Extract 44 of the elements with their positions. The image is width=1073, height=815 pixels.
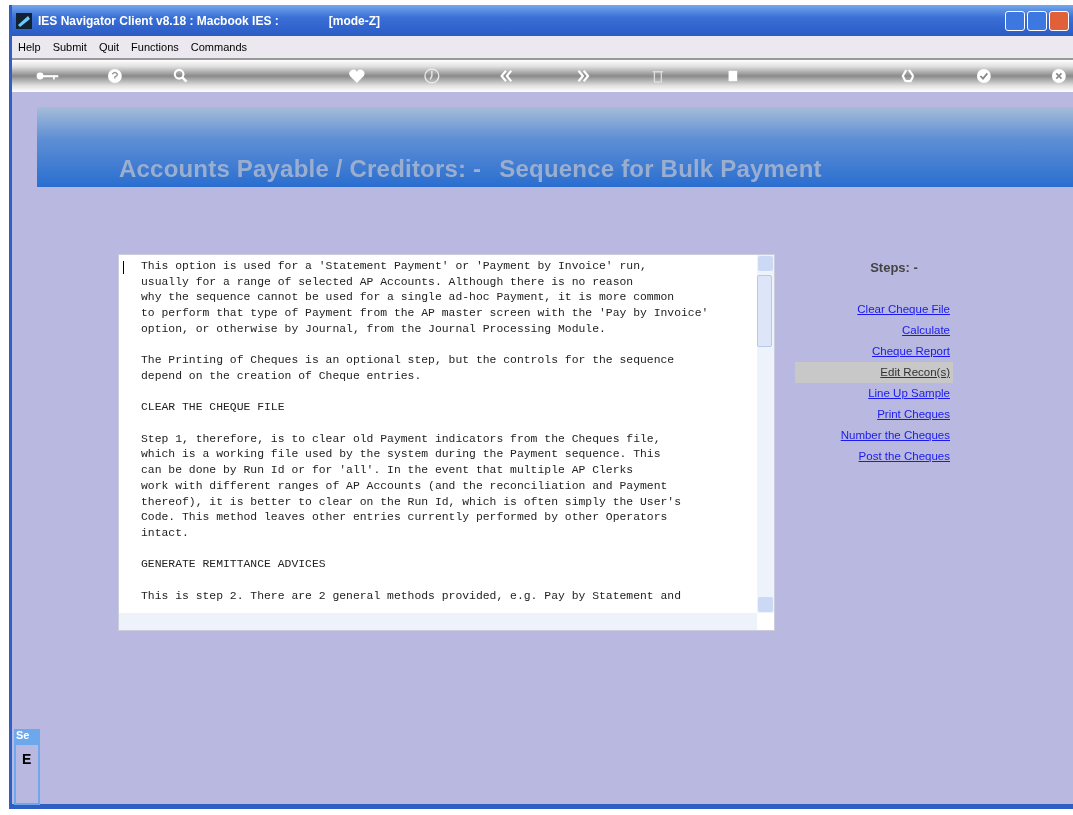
maximize-button[interactable]	[1027, 10, 1047, 31]
menu-item[interactable]: Commands	[190, 41, 247, 53]
text-line: thereof), it is better to clear on the Run Id, which is often simply the User's	[141, 494, 682, 510]
menu-item[interactable]: Functions	[131, 41, 179, 53]
app-icon	[16, 12, 32, 29]
text-line: why the sequence cannot be used for a single ad-hoc Payment, it is more common	[141, 290, 676, 306]
steps-heading: Steps: -	[870, 260, 918, 275]
step-link[interactable]: Edit Recon(s)	[795, 362, 953, 383]
vertical-scrollbar[interactable]	[757, 255, 774, 613]
panel-label: E	[22, 751, 32, 767]
minimize-button[interactable]	[1005, 10, 1025, 31]
step-link[interactable]: Clear Cheque File	[795, 299, 953, 320]
text-line: to perform that type of Payment from the AP master screen with the 'Pay by Invoice'	[141, 306, 710, 322]
horizontal-scrollbar[interactable]	[119, 613, 757, 630]
text-line: CLEAR THE CHEQUE FILE	[141, 400, 286, 416]
close-button[interactable]	[1049, 10, 1069, 31]
step-link[interactable]: Line Up Sample	[795, 383, 953, 404]
window-title: IES Navigator Client v8.18 : Macbook IES :	[38, 13, 279, 28]
step-link[interactable]: Print Cheques	[795, 404, 953, 425]
text-area[interactable]	[118, 254, 775, 631]
menu-item[interactable]: Quit	[98, 41, 120, 53]
text-line: option, or otherwise by Journal, from the Journal Processing Module.	[141, 321, 607, 337]
page-title: Accounts Payable / Creditors: -	[119, 155, 482, 183]
text-line: depend on the creation of Cheque entries.	[141, 368, 423, 384]
step-link[interactable]: Calculate	[795, 320, 953, 341]
text-line: work with different ranges of AP Accounts (and the reconciliation and Payment	[141, 478, 669, 494]
text-line: This option is used for a 'Statement Payment' or 'Payment by Invoice' run,	[141, 259, 648, 274]
page-subtitle: Sequence for Bulk Payment	[499, 155, 822, 183]
text-line: The Printing of Cheques is an optional step, but the controls for the sequence	[141, 353, 676, 369]
text-line: This is step 2. There are 2 general methods provided, e.g. Pay by Statement and	[141, 588, 682, 604]
step-link[interactable]: Post the Cheques	[795, 446, 953, 467]
text-line: usually for a range of selected AP Accounts. Although there is no reason	[141, 274, 635, 290]
menu-item[interactable]: Help	[18, 41, 41, 53]
text-line: intact.	[141, 525, 190, 541]
mode-label: [mode-Z]	[328, 13, 381, 28]
text-line: which is a working file used by the system during the Payment sequence. This	[141, 447, 662, 463]
text-line: Step 1, therefore, is to clear old Payment indicators from the Cheques file,	[141, 431, 662, 447]
menu-item[interactable]: Submit	[52, 41, 87, 53]
text-line: can be done by Run Id or for 'all'. In the event that multiple AP Clerks	[141, 463, 635, 479]
panel-title: Se	[16, 729, 38, 745]
step-link[interactable]: Cheque Report	[795, 341, 953, 362]
step-link[interactable]: Number the Cheques	[795, 425, 953, 446]
text-line: GENERATE REMITTANCE ADVICES	[141, 557, 327, 573]
text-line: Code. This method leaves other entries currently performed by other Operators	[141, 510, 669, 526]
